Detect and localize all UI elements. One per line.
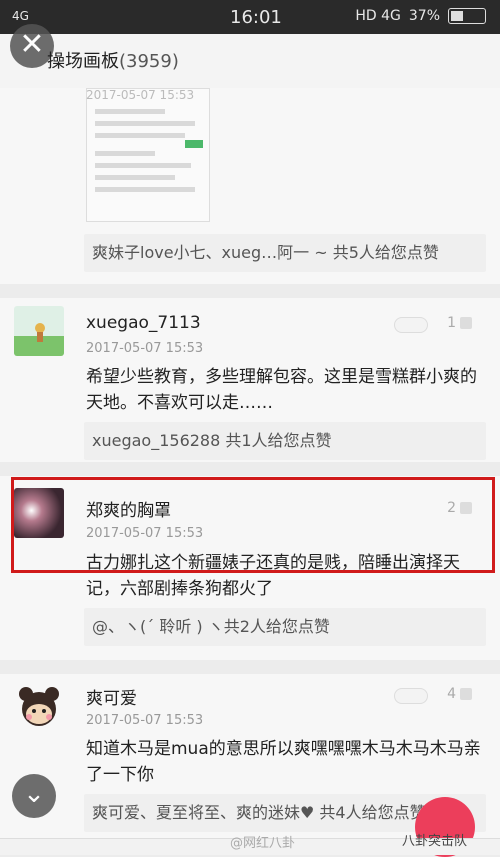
likes-summary[interactable]: @、ヽ(ˊ 聆听 ) ヽ共2人给您点赞 xyxy=(84,608,486,646)
wechat-watermark: 八卦突击队 xyxy=(402,834,468,849)
chevron-down-icon: ⌄ xyxy=(23,779,45,809)
post-card: 2017-05-07 15:53 爽妹子love小七、xueg…阿一 ~ 共5人… xyxy=(0,88,500,284)
comment-icon xyxy=(460,688,472,700)
status-bar: 4G 16:01 HD 4G 37% xyxy=(0,0,500,34)
post-date: 2017-05-07 15:53 xyxy=(86,341,204,356)
post-text: 希望少些教育，多些理解包容。这里是雪糕群小爽的天地。不喜欢可以走…… xyxy=(86,367,477,413)
like-button[interactable] xyxy=(394,317,428,333)
post-date: 2017-05-07 15:53 xyxy=(86,713,204,728)
avatar[interactable] xyxy=(14,306,64,356)
highlight-frame xyxy=(11,477,495,573)
battery-percent: 37% xyxy=(408,8,440,24)
scroll-down-button[interactable]: ⌄ xyxy=(12,774,56,818)
network-indicator: HD 4G xyxy=(355,8,401,24)
like-button[interactable] xyxy=(394,688,428,704)
post-date: 2017-05-07 15:53 xyxy=(86,88,195,102)
signal-indicator: 4G xyxy=(12,9,29,23)
close-icon: ✕ xyxy=(19,27,45,62)
status-right: HD 4G 37% xyxy=(355,8,486,24)
like-count: 1 xyxy=(447,315,472,331)
divider xyxy=(0,660,500,674)
username[interactable]: xuegao_7113 xyxy=(86,313,201,333)
likes-summary[interactable]: xuegao_156288 共1人给您点赞 xyxy=(84,422,486,460)
username[interactable]: 爽可爱 xyxy=(86,684,137,709)
like-count: 4 xyxy=(447,686,472,702)
comment-icon xyxy=(460,317,472,329)
likes-summary[interactable]: 爽妹子love小七、xueg…阿一 ~ 共5人给您点赞 xyxy=(84,234,486,272)
weibo-watermark: @网红八卦 xyxy=(230,836,296,851)
divider xyxy=(0,462,500,476)
page-title: 操场画板(3959) xyxy=(47,51,179,72)
clock: 16:01 xyxy=(230,7,282,28)
divider xyxy=(0,284,500,298)
post-card: xuegao_7113 2017-05-07 15:53 1 希望少些教育，多些… xyxy=(0,298,500,462)
battery-icon xyxy=(448,8,486,24)
post-text: 知道木马是mua的意思所以爽嘿嘿嘿木马木马木马亲了一下你 xyxy=(86,739,481,785)
post-image[interactable] xyxy=(86,88,210,222)
avatar[interactable] xyxy=(14,682,64,732)
